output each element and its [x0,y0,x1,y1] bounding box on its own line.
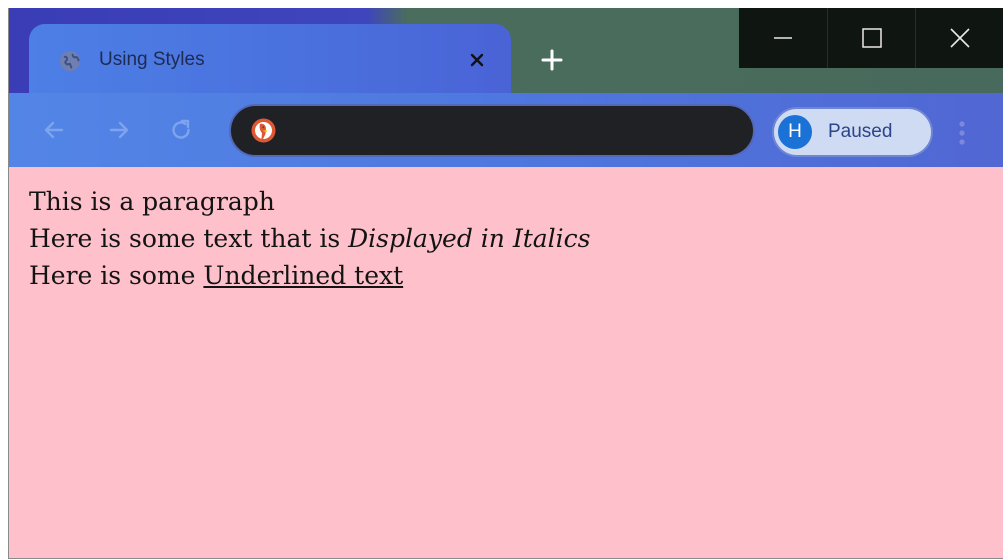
page-content: This is a paragraph Here is some text th… [9,167,1003,558]
duckduckgo-icon [251,118,276,143]
underlined-intro-text: Here is some [29,261,204,290]
browser-window: Using Styles H Paused This is a paragrap… [8,8,1003,559]
underlined-text-line: Here is some Underlined text [29,261,403,290]
close-window-button[interactable] [915,8,1003,68]
italic-intro-text: Here is some text that is [29,224,349,253]
maximize-icon [861,28,882,48]
globe-icon [60,51,80,71]
close-icon [470,53,484,67]
browser-toolbar: H Paused [9,93,1003,167]
reload-button[interactable] [166,115,196,145]
reload-icon [172,119,190,139]
plus-icon [541,49,563,71]
italic-text-line: Here is some text that is Displayed in I… [29,224,590,253]
avatar: H [778,115,812,149]
tab-close-button[interactable] [461,44,493,76]
arrow-right-icon [109,121,129,139]
maximize-button[interactable] [826,8,916,68]
address-bar[interactable] [229,104,755,157]
underlined-text: Underlined text [203,261,404,290]
profile-status-label: Paused [828,121,893,142]
minimize-button[interactable] [739,8,827,68]
title-bar: Using Styles [9,8,1003,104]
back-button[interactable] [39,115,69,145]
menu-dots-icon[interactable] [954,118,970,148]
tab-title: Using Styles [99,49,205,70]
window-controls [739,8,1003,68]
close-icon [950,28,970,48]
paragraph-text: This is a paragraph [29,187,275,216]
minimize-icon [773,37,792,39]
forward-button[interactable] [104,115,134,145]
tab-using-styles[interactable]: Using Styles [29,24,511,104]
new-tab-button[interactable] [536,44,568,76]
profile-button[interactable]: H Paused [772,107,933,157]
italic-text: Displayed in Italics [348,224,591,253]
arrow-left-icon [44,121,64,139]
paragraph-line: This is a paragraph [29,187,275,216]
